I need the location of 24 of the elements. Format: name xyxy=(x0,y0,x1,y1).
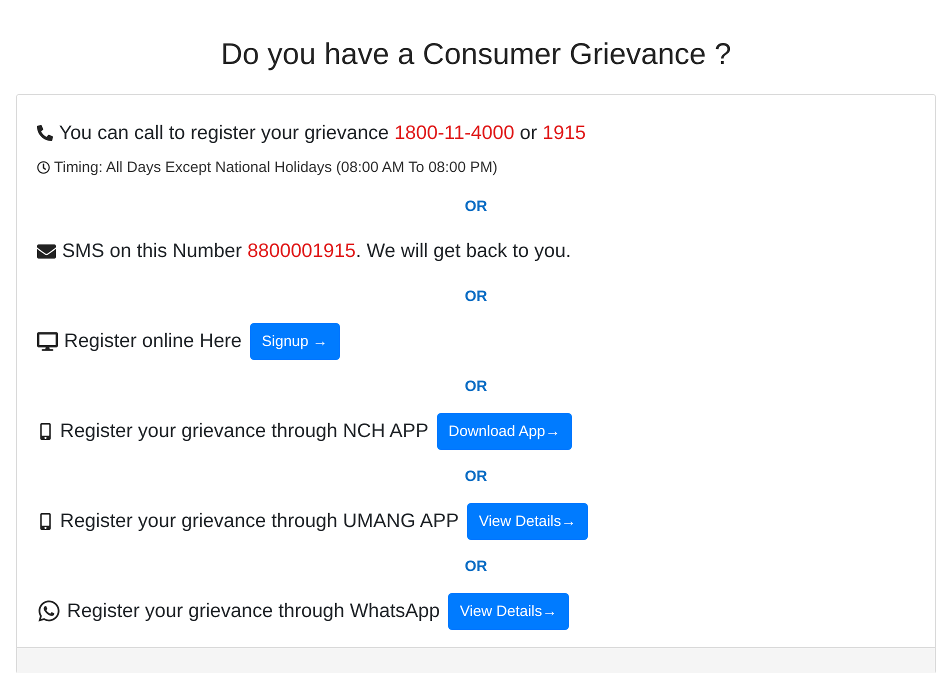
page-title: Do you have a Consumer Grievance ? xyxy=(220,37,732,73)
mobile-phone-icon xyxy=(37,422,54,440)
monitor-icon xyxy=(37,330,58,352)
timing-text: Timing: All Days Except National Holidays (08:00 AM To 08:00 PM) xyxy=(54,158,498,176)
option-text: Register online Here xyxy=(64,329,242,354)
option-text: SMS on this Number 8800001915. We will get back to you. xyxy=(62,239,572,264)
or-separator: OR xyxy=(464,378,488,394)
or-separator: OR xyxy=(464,468,488,484)
or-separator: OR xyxy=(464,558,488,574)
mobile-phone-icon xyxy=(37,512,54,530)
option-text: Register your grievance through WhatsApp xyxy=(67,599,440,624)
action-button[interactable]: Signup → xyxy=(250,322,340,360)
or-separator: OR xyxy=(464,198,488,214)
or-separator: OR xyxy=(464,288,488,304)
action-button[interactable]: View Details→ xyxy=(466,502,588,540)
option-text: Register your grievance through NCH APP xyxy=(60,419,429,444)
action-button[interactable]: View Details→ xyxy=(448,592,570,630)
option-text: Register your grievance through UMANG APP xyxy=(60,509,459,534)
envelope-icon xyxy=(37,242,56,260)
option-text: You can call to register your grievance 1800-11-4000 or 1915 xyxy=(59,121,586,146)
chat-phone-icon xyxy=(37,599,61,623)
phone-icon xyxy=(37,125,53,141)
clock-icon xyxy=(37,160,50,174)
action-button[interactable]: Download App→ xyxy=(436,412,572,450)
